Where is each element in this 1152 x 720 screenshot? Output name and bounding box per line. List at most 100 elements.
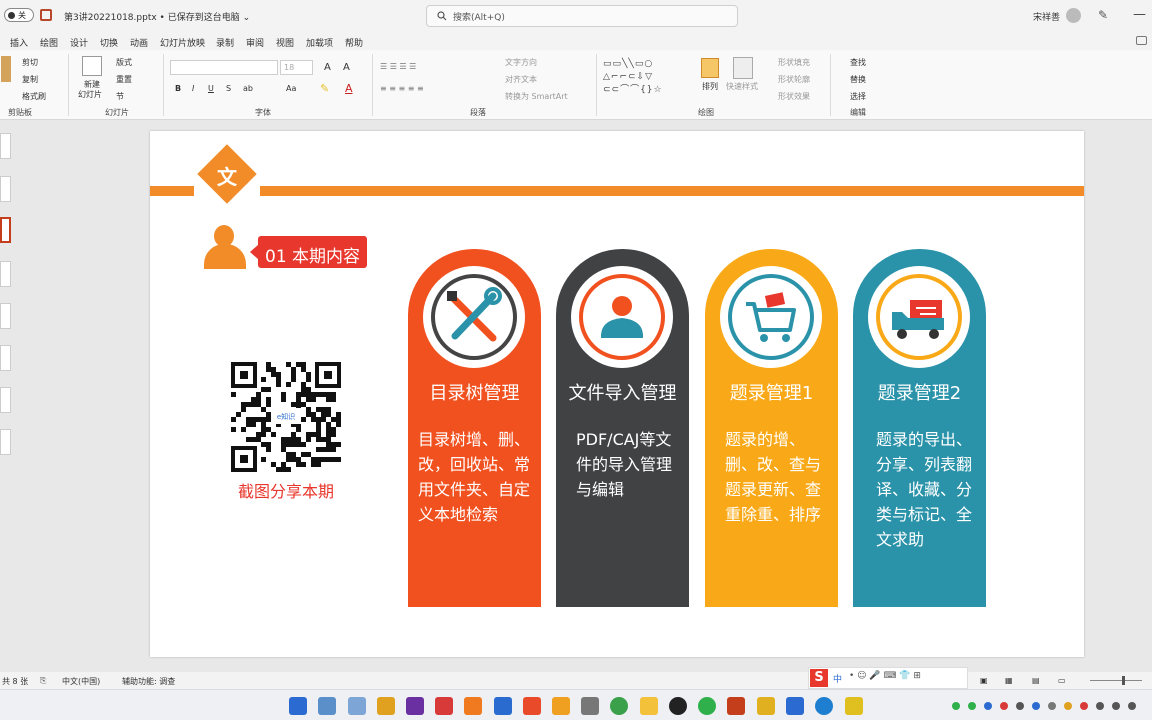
slide-thumbnail-active[interactable] — [0, 217, 11, 243]
align-icons[interactable]: ≡ ≡ ≡ ≡ ≡ — [380, 84, 424, 93]
replace-button[interactable]: 替换 — [850, 74, 866, 85]
ime-mode[interactable]: 中 — [833, 672, 842, 685]
new-slide-icon[interactable] — [82, 56, 102, 76]
slide-thumbnail[interactable] — [0, 261, 11, 287]
paste-icon[interactable] — [1, 56, 11, 82]
layout-button[interactable]: 版式 — [116, 57, 132, 68]
slide-thumbnail[interactable] — [0, 345, 11, 371]
start-icon[interactable] — [289, 697, 307, 715]
autosave-toggle[interactable]: 关 — [4, 8, 34, 22]
grow-font-button[interactable]: A — [324, 62, 331, 73]
slide-thumbnail[interactable] — [0, 429, 11, 455]
app-icon[interactable] — [494, 697, 512, 715]
app-icon[interactable] — [523, 697, 541, 715]
font-name-field[interactable] — [170, 60, 278, 75]
pen-icon[interactable]: ✎ — [1098, 8, 1108, 22]
section-button[interactable]: 节 — [116, 91, 124, 102]
minimize-button[interactable]: — — [1133, 7, 1146, 22]
sorter-view-icon[interactable]: ▦ — [1005, 676, 1013, 685]
tab-insert[interactable]: 插入 — [10, 36, 28, 49]
align-text-button[interactable]: 对齐文本 — [505, 74, 537, 85]
app-icon[interactable] — [845, 697, 863, 715]
shapes-gallery[interactable]: ▭▭╲╲▭○ △⌐⌐⊂⇩▽ ⊂⊂⌒⌒{}☆ — [603, 58, 691, 104]
tab-help[interactable]: 帮助 — [345, 36, 363, 49]
zoom-slider-knob[interactable] — [1122, 676, 1125, 685]
font-color-icon[interactable]: A — [345, 82, 353, 95]
convert-smartart-button[interactable]: 转换为 SmartArt — [505, 91, 568, 102]
shadow-button[interactable]: ab — [243, 84, 253, 93]
app-icon[interactable] — [581, 697, 599, 715]
font-size-field[interactable]: 18 — [280, 60, 313, 75]
slide-thumbnail[interactable] — [0, 133, 11, 159]
app-icon[interactable] — [318, 697, 336, 715]
bullets-icon[interactable]: ☰ ☰ ☰ ☰ — [380, 62, 416, 71]
app-icon[interactable] — [757, 697, 775, 715]
ime-toolbar[interactable]: S 中 • ☺ 🎤 ⌨ 👕 ⊞ — [808, 667, 968, 689]
bold-button[interactable]: B — [175, 84, 181, 93]
tab-design[interactable]: 设计 — [70, 36, 88, 49]
tab-draw[interactable]: 绘图 — [40, 36, 58, 49]
app-icon[interactable] — [552, 697, 570, 715]
shape-effects-button[interactable]: 形状效果 — [778, 91, 810, 102]
tab-transitions[interactable]: 切换 — [100, 36, 118, 49]
search-app-icon[interactable] — [377, 697, 395, 715]
quick-styles-icon[interactable] — [733, 57, 753, 79]
format-painter-button[interactable]: 格式刷 — [22, 91, 46, 102]
spellcheck-icon[interactable]: ⎘ — [40, 676, 46, 686]
search-input[interactable]: 搜索(Alt+Q) — [426, 5, 738, 27]
wechat-icon[interactable] — [698, 697, 716, 715]
tab-animations[interactable]: 动画 — [130, 36, 148, 49]
powerpoint-icon[interactable] — [727, 697, 745, 715]
new-slide-label-2[interactable]: 幻灯片 — [78, 89, 102, 100]
system-tray[interactable] — [946, 699, 1146, 713]
cut-button[interactable]: 剪切 — [22, 57, 38, 68]
text-direction-button[interactable]: 文字方向 — [505, 57, 537, 68]
slide[interactable]: 文 01 本期内容 e知识 截图分享本期 目录树管理 目录树增、删、改，回收站、… — [150, 131, 1084, 657]
app-icon[interactable] — [435, 697, 453, 715]
tab-view[interactable]: 视图 — [276, 36, 294, 49]
tab-review[interactable]: 审阅 — [246, 36, 264, 49]
reset-button[interactable]: 重置 — [116, 74, 132, 85]
shape-outline-button[interactable]: 形状轮廓 — [778, 74, 810, 85]
user-name[interactable]: 宋祥善 — [1033, 10, 1060, 23]
highlight-icon[interactable]: ✎ — [320, 82, 329, 95]
zoom-slider[interactable] — [1090, 680, 1142, 681]
app-icon[interactable] — [348, 697, 366, 715]
comment-icon[interactable] — [1136, 36, 1147, 45]
app-icon[interactable] — [464, 697, 482, 715]
slideshow-view-icon[interactable]: ▭ — [1058, 676, 1066, 685]
divider — [163, 54, 164, 116]
tab-record[interactable]: 录制 — [216, 36, 234, 49]
select-button[interactable]: 选择 — [850, 91, 866, 102]
chrome-icon[interactable] — [610, 697, 628, 715]
folder-icon[interactable] — [640, 697, 658, 715]
slide-thumbnail[interactable] — [0, 176, 11, 202]
tab-slideshow[interactable]: 幻灯片放映 — [160, 36, 205, 49]
accessibility-status[interactable]: 辅助功能: 调查 — [122, 676, 175, 687]
slide-thumbnail[interactable] — [0, 387, 11, 413]
ime-tools-icon[interactable]: • ☺ 🎤 ⌨ 👕 ⊞ — [849, 671, 921, 681]
save-icon[interactable] — [40, 9, 52, 21]
find-button[interactable]: 查找 — [850, 57, 866, 68]
slide-thumbnail[interactable] — [0, 303, 11, 329]
shape-fill-button[interactable]: 形状填充 — [778, 57, 810, 68]
quick-styles-button[interactable]: 快速样式 — [726, 81, 758, 92]
shrink-font-button[interactable]: A — [343, 62, 350, 73]
arrange-icon[interactable] — [701, 58, 719, 78]
change-case-button[interactable]: Aa — [286, 84, 296, 93]
italic-button[interactable]: I — [192, 84, 194, 93]
app-icon[interactable] — [786, 697, 804, 715]
app-icon[interactable] — [406, 697, 424, 715]
copy-button[interactable]: 复制 — [22, 74, 38, 85]
reading-view-icon[interactable]: ▤ — [1032, 676, 1040, 685]
underline-button[interactable]: U — [208, 84, 214, 93]
arrange-button[interactable]: 排列 — [702, 81, 718, 92]
normal-view-icon[interactable]: ▣ — [980, 676, 988, 685]
strikethrough-button[interactable]: S — [226, 84, 231, 93]
tab-addins[interactable]: 加载项 — [306, 36, 333, 49]
avatar[interactable] — [1066, 8, 1081, 23]
document-title[interactable]: 第3讲20221018.pptx • 已保存到这台电脑 ⌄ — [64, 10, 250, 23]
edge-icon[interactable] — [815, 697, 833, 715]
language-status[interactable]: 中文(中国) — [62, 676, 100, 687]
qq-icon[interactable] — [669, 697, 687, 715]
